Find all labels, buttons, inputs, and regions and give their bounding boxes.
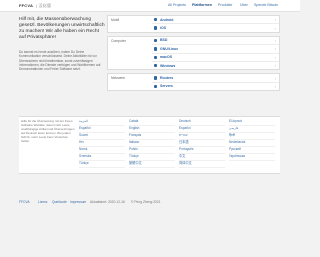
platform-label: GNU/Linux: [160, 46, 179, 51]
language-link[interactable]: Español: [79, 126, 125, 133]
last-updated-text: Aktualisiert: 2020-12-16: [90, 200, 125, 204]
site-logo[interactable]: FFCVA | 汉化版: [19, 3, 51, 9]
language-link[interactable]: العربية: [79, 119, 125, 126]
group-title: Computer: [111, 38, 126, 43]
platform-group-netzwerk: Netzwerk Routers › Servers ›: [107, 73, 280, 92]
language-link[interactable]: Nederlands: [229, 140, 275, 147]
language-link[interactable]: Norsk: [79, 147, 125, 154]
language-link[interactable]: Deutsch: [179, 119, 225, 126]
android-icon: [154, 18, 158, 22]
platform-label: Android: [160, 17, 174, 22]
footer-link-ffcva[interactable]: FFCVA: [19, 200, 30, 204]
nav-link-über[interactable]: Über: [240, 3, 248, 7]
footer-link-quellcode[interactable]: Quellcode: [52, 200, 67, 204]
language-link[interactable]: Polski: [129, 147, 175, 154]
chevron-right-icon: ›: [274, 54, 276, 60]
server-icon: [154, 84, 158, 89]
chevron-right-icon: ›: [274, 83, 276, 89]
platform-groups: Mobil Android › iOS › Computer BSD › GNU/Linux › m…: [107, 15, 280, 94]
language-link[interactable]: हिन्दी: [229, 133, 275, 140]
platform-item-bsd[interactable]: BSD ›: [152, 37, 279, 46]
language-link[interactable]: Suomi: [79, 133, 125, 140]
copyright-text: © Peng Zheng 2021: [131, 200, 161, 204]
language-link[interactable]: עברית: [179, 133, 225, 140]
platform-item-ios[interactable]: iOS ›: [152, 24, 279, 31]
chevron-right-icon: ›: [274, 63, 276, 69]
platform-label: BSD: [160, 38, 168, 43]
platform-item-servers[interactable]: Servers ›: [152, 83, 279, 90]
platform-item-gnu-linux[interactable]: GNU/Linux ›: [152, 45, 279, 54]
nav-link-all-projects[interactable]: All Projects: [168, 3, 186, 7]
platform-label: macOS: [160, 55, 173, 60]
linux-icon: [154, 47, 158, 51]
platform-item-windows[interactable]: Windows ›: [152, 62, 279, 69]
platform-item-android[interactable]: Android ›: [152, 16, 279, 25]
platform-item-macos[interactable]: macOS ›: [152, 54, 279, 62]
platform-label: Servers: [160, 84, 173, 89]
nav-link-produkte[interactable]: Produkte: [218, 3, 232, 7]
language-link[interactable]: Italiano: [129, 140, 175, 147]
language-link[interactable]: Français: [129, 133, 175, 140]
windows-icon: [154, 63, 158, 68]
footer-link-lizenz[interactable]: Lizenz: [38, 200, 48, 204]
language-panel: Hilfe für die Übersetzung mit der freien…: [19, 116, 280, 174]
language-link[interactable]: Türkçe: [129, 154, 175, 161]
language-link[interactable]: 繁體中文: [129, 161, 175, 168]
language-link[interactable]: 中文: [179, 154, 225, 161]
platform-label: Routers: [160, 76, 174, 81]
language-link[interactable]: Svenska: [79, 154, 125, 161]
bsd-icon: [154, 38, 158, 43]
language-link[interactable]: Українська: [229, 154, 275, 161]
chevron-right-icon: ›: [274, 75, 276, 81]
nav-link-plattformen[interactable]: Plattformen: [192, 3, 212, 7]
footer-link-impressum[interactable]: Impressum: [70, 200, 86, 204]
group-title: Mobil: [111, 18, 120, 22]
platform-label: Windows: [160, 63, 176, 68]
platform-label: iOS: [160, 26, 167, 31]
router-icon: [154, 76, 158, 80]
language-link[interactable]: English: [129, 126, 175, 133]
hero-intro-text: Du kannst es heute ausüben, indem Du Dei…: [19, 50, 101, 72]
nav-link-spende-bitcoin[interactable]: Spende Bitcoin: [254, 3, 278, 7]
language-link[interactable]: 日本語: [179, 140, 225, 147]
language-link[interactable]: Ελληνικά: [229, 119, 275, 126]
apple-icon: [154, 26, 158, 30]
language-link[interactable]: Pусский: [229, 147, 275, 154]
platform-item-routers[interactable]: Routers ›: [152, 74, 279, 83]
language-link[interactable]: Türkçe: [79, 161, 125, 168]
chevron-right-icon: ›: [274, 25, 276, 31]
chevron-right-icon: ›: [274, 17, 276, 23]
language-link[interactable]: Hrv: [79, 140, 125, 147]
group-title: Netzwerk: [111, 76, 126, 81]
language-link[interactable]: Español: [179, 126, 225, 133]
top-navigation-bar: FFCVA | 汉化版 All Projects Plattformen Produk…: [0, 0, 300, 12]
platform-group-mobil: Mobil Android › iOS ›: [107, 15, 280, 33]
language-link[interactable]: Català: [129, 119, 175, 126]
language-link[interactable]: فارسی: [229, 126, 275, 133]
apple-icon: [154, 55, 158, 59]
language-link[interactable]: 简体中文: [179, 161, 225, 168]
translation-note: Hilfe für die Übersetzung mit der freien…: [21, 119, 75, 143]
chevron-right-icon: ›: [274, 37, 276, 43]
chevron-right-icon: ›: [274, 46, 276, 52]
platform-group-computer: Computer BSD › GNU/Linux › macOS › Windows ›: [107, 35, 280, 71]
hero-headline: Hilf mit, die Massenüberwachung gesetzl.…: [19, 17, 105, 40]
language-link[interactable]: Português: [179, 147, 225, 154]
